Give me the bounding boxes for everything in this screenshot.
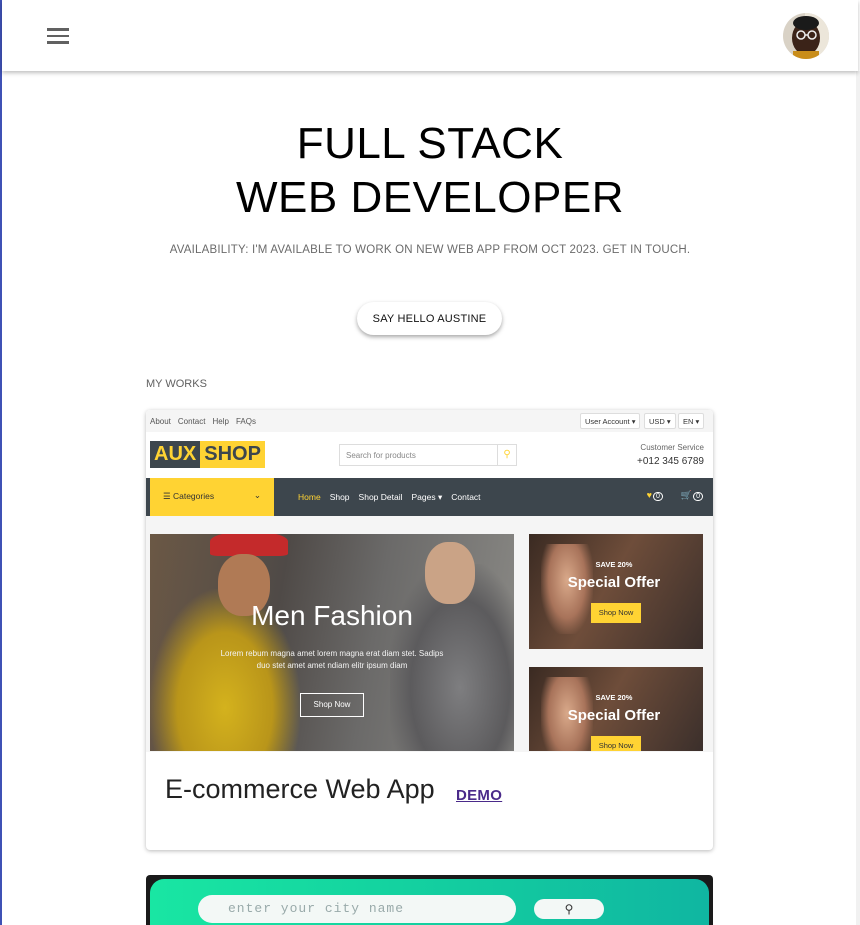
cart-icon: 🛒 0 [681, 490, 703, 501]
preview-nav-shop-detail: Shop Detail [358, 492, 403, 502]
promo-title: Special Offer [567, 707, 661, 724]
banner-shop-button: Shop Now [300, 693, 364, 717]
city-search-placeholder: enter your city name [198, 895, 516, 923]
preview-nav-shop: Shop [329, 492, 350, 502]
banner-hat [210, 534, 288, 556]
search-icon: ⚲ [497, 445, 516, 465]
preview-nav-pages: Pages ▾ [411, 492, 443, 502]
categories-label: ☰ Categories [163, 491, 215, 501]
chevron-down-icon: ⌄ [253, 490, 261, 500]
availability-text: AVAILABILITY: I'M AVAILABLE TO WORK ON N… [169, 244, 691, 256]
search-icon: ⚲ [534, 899, 604, 919]
wishlist-count: 0 [652, 492, 663, 501]
hamburger-menu-icon[interactable] [38, 18, 78, 54]
preview-customer-service-label: Customer Service [640, 443, 704, 452]
preview-banner: Men Fashion Lorem rebum magna amet lorem… [150, 534, 514, 751]
preview-currency: USD ▾ [644, 413, 676, 429]
promo-shop-button: Shop Now [591, 603, 641, 623]
preview-language: EN ▾ [678, 413, 705, 429]
cart-count: 0 [693, 492, 703, 501]
project-preview-image: About Contact Help FAQs User Account ▾ U… [146, 410, 713, 752]
project-card: About Contact Help FAQs User Account ▾ U… [146, 410, 713, 850]
preview-link-contact: Contact [177, 417, 206, 426]
logo-part2: SHOP [200, 441, 265, 468]
preview-user-account: User Account ▾ [580, 413, 641, 429]
avatar[interactable] [783, 13, 829, 59]
preview-promo-2: SAVE 20% Special Offer Shop Now [529, 667, 703, 751]
project-card-2: enter your city name ⚲ [146, 875, 713, 925]
preview-navbar: ☰ Categories ⌄ Home Shop Shop Detail Pag… [146, 478, 713, 516]
demo-link[interactable]: DEMO [456, 787, 502, 804]
promo-save-text: SAVE 20% [595, 693, 633, 702]
preview-search-placeholder: Search for products [346, 451, 416, 460]
preview-logo: AUX SHOP [150, 441, 265, 468]
promo-shop-button: Shop Now [591, 736, 641, 751]
promo-save-text: SAVE 20% [595, 560, 633, 569]
hero-title-line1: FULL STACK [296, 119, 564, 168]
preview-link-help: Help [212, 417, 229, 426]
preview-link-faqs: FAQs [235, 417, 256, 426]
project-title: E-commerce Web App [165, 774, 435, 804]
preview-categories: ☰ Categories ⌄ [150, 478, 274, 516]
preview-link-about: About [150, 417, 171, 426]
preview-customer-service-phone: +012 345 6789 [636, 456, 704, 467]
preview-nav-contact: Contact [451, 492, 481, 502]
promo-title: Special Offer [567, 574, 661, 591]
heart-icon: ♥ 0 [647, 490, 663, 501]
preview-nav-home: Home [298, 492, 321, 502]
logo-part1: AUX [150, 441, 201, 468]
preview-promo-1: SAVE 20% Special Offer Shop Now [529, 534, 703, 649]
preview-topbar: About Contact Help FAQs User Account ▾ U… [146, 410, 713, 432]
hero-title-line2: WEB DEVELOPER [236, 173, 624, 222]
say-hello-button[interactable]: SAY HELLO AUSTINE [357, 302, 502, 335]
section-label-my-works: MY WORKS [146, 378, 207, 390]
banner-title: Men Fashion [251, 600, 413, 631]
banner-face-right [425, 542, 475, 604]
preview-search: Search for products ⚲ [339, 444, 517, 466]
app-bar [2, 0, 858, 71]
banner-text: Lorem rebum magna amet lorem magna erat … [220, 649, 444, 670]
